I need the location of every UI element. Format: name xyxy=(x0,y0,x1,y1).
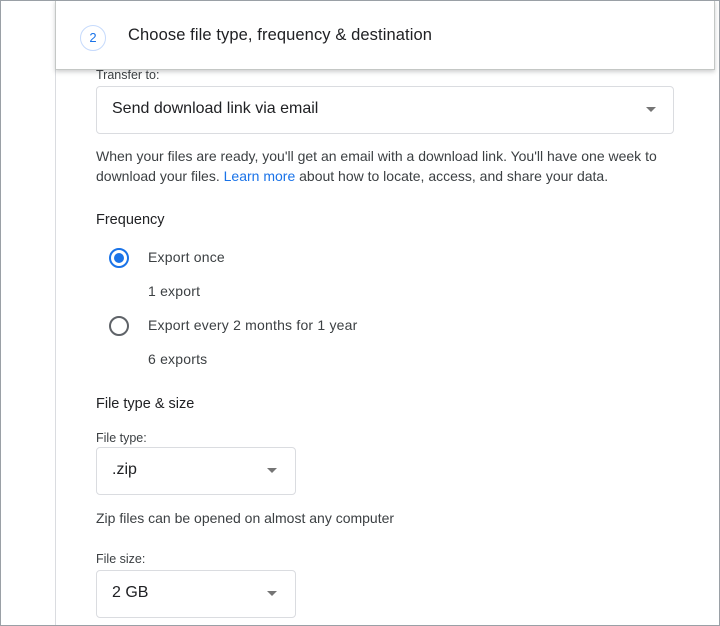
panel-left-border xyxy=(55,1,56,625)
step-title: Choose file type, frequency & destinatio… xyxy=(128,26,433,44)
export-recurring-count: 6 exports xyxy=(148,351,208,367)
export-once-label[interactable]: Export once xyxy=(148,249,225,265)
learn-more-link[interactable]: Learn more xyxy=(224,168,296,184)
caret-down-icon xyxy=(267,468,277,473)
export-recurring-radio[interactable] xyxy=(109,316,129,336)
file-type-size-title: File type & size xyxy=(96,396,195,412)
step-header: 2 Choose file type, frequency & destinat… xyxy=(55,1,715,70)
file-type-value: .zip xyxy=(112,461,137,478)
transfer-description-text-end: about how to locate, access, and share y… xyxy=(295,168,609,184)
file-type-hint: Zip files can be opened on almost any co… xyxy=(96,510,395,526)
caret-down-icon xyxy=(646,107,656,112)
file-type-select[interactable]: .zip xyxy=(96,447,296,495)
file-type-label: File type: xyxy=(96,431,147,445)
transfer-to-select[interactable]: Send download link via email xyxy=(96,86,674,134)
step-number-badge: 2 xyxy=(80,25,106,51)
export-once-count: 1 export xyxy=(148,283,201,299)
file-size-select[interactable]: 2 GB xyxy=(96,570,296,618)
transfer-to-value: Send download link via email xyxy=(112,100,319,117)
caret-down-icon xyxy=(267,591,277,596)
transfer-description: When your files are ready, you'll get an… xyxy=(96,146,686,186)
export-recurring-label[interactable]: Export every 2 months for 1 year xyxy=(148,317,358,333)
frequency-title: Frequency xyxy=(96,212,165,228)
export-once-radio[interactable] xyxy=(109,248,129,268)
export-settings-page: 2 Choose file type, frequency & destinat… xyxy=(0,0,720,626)
file-size-label: File size: xyxy=(96,552,146,566)
transfer-to-label: Transfer to: xyxy=(96,68,160,82)
file-size-value: 2 GB xyxy=(112,584,149,601)
